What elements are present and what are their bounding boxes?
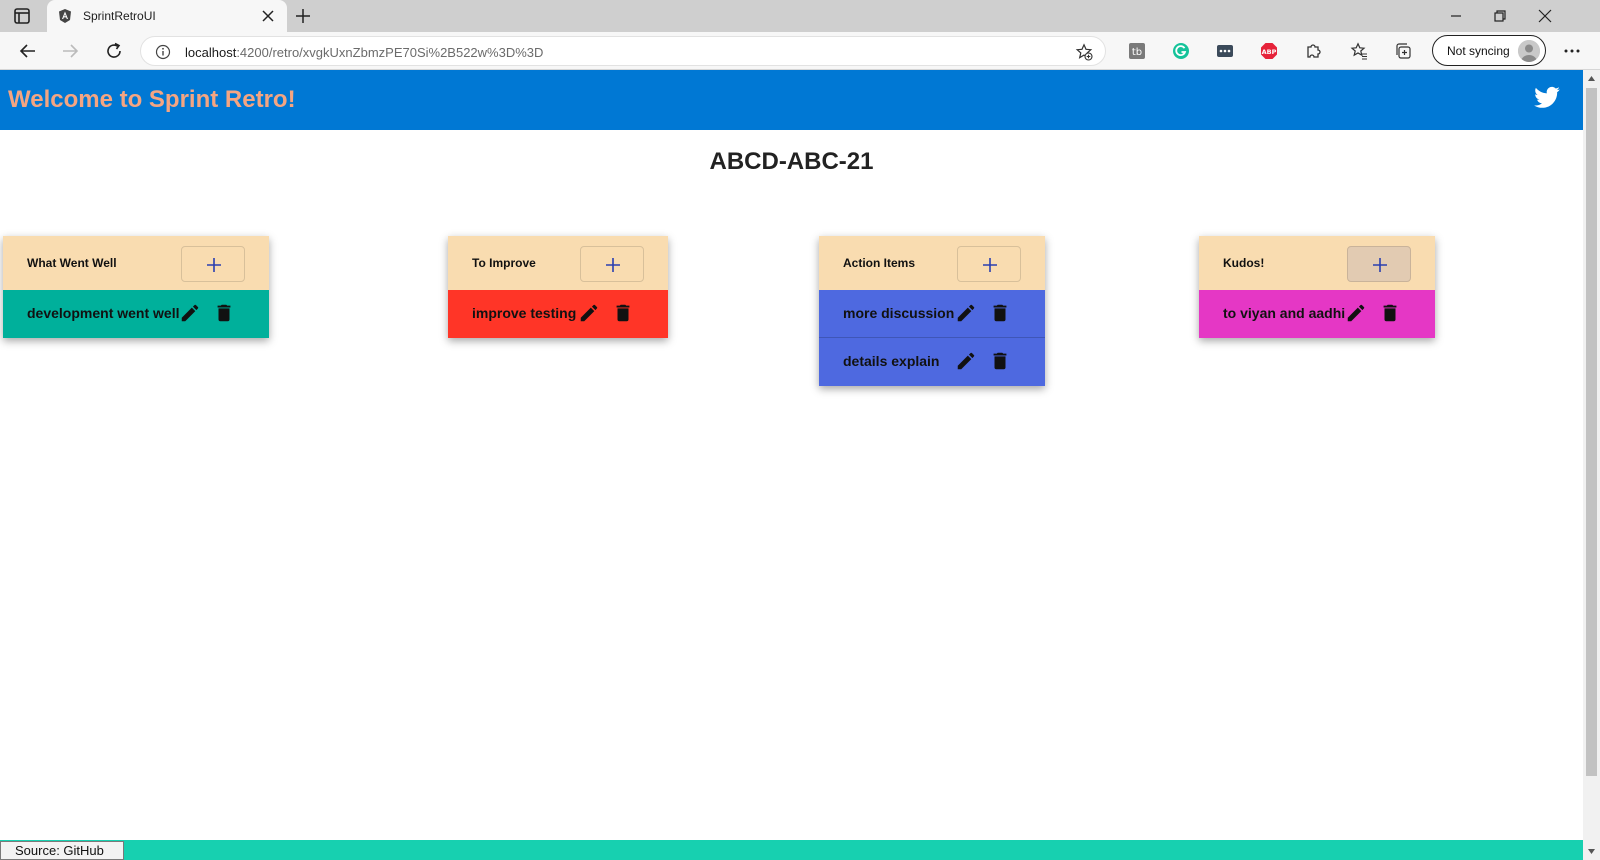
plus-icon	[207, 258, 221, 272]
edit-icon[interactable]	[955, 302, 977, 324]
password-manager-icon[interactable]	[1216, 42, 1234, 60]
refresh-icon[interactable]	[104, 41, 124, 61]
retro-card: development went well	[3, 290, 269, 338]
page-viewport: Welcome to Sprint Retro! ABCD-ABC-21 Wha…	[0, 70, 1583, 840]
minimize-icon[interactable]	[1446, 6, 1466, 26]
column-title: Action Items	[843, 256, 916, 270]
source-label: Source: GitHub	[0, 841, 124, 860]
column-title: Kudos!	[1223, 256, 1265, 270]
scrollbar-thumb[interactable]	[1586, 88, 1597, 776]
app-title: Welcome to Sprint Retro!	[8, 86, 296, 113]
column-header: What Went Well	[3, 236, 269, 290]
grammarly-icon[interactable]	[1172, 42, 1190, 60]
tab-title: SprintRetroUI	[83, 9, 156, 23]
edit-icon[interactable]	[1345, 302, 1367, 324]
profile-avatar-icon	[1518, 40, 1540, 62]
column-title: To Improve	[472, 256, 536, 270]
retro-column: To Improve improve testing	[448, 236, 668, 338]
retro-card: to viyan and aadhi	[1199, 290, 1435, 338]
tab-actions-icon[interactable]	[12, 6, 32, 26]
add-item-button[interactable]	[957, 246, 1021, 282]
scroll-down-arrow-icon[interactable]	[1587, 847, 1596, 856]
plus-icon	[606, 258, 620, 272]
page-scrollbar[interactable]	[1583, 70, 1600, 860]
footer-bar: Source: GitHub	[0, 840, 1583, 860]
column-header: To Improve	[448, 236, 668, 290]
forward-icon[interactable]	[60, 41, 80, 61]
browser-tab-bar: SprintRetroUI	[0, 0, 1600, 32]
adblock-icon[interactable]: ABP	[1260, 42, 1278, 60]
plus-icon	[983, 258, 997, 272]
retro-card: more discussion	[819, 290, 1045, 338]
profile-sync-button[interactable]: Not syncing	[1432, 35, 1546, 66]
scroll-up-arrow-icon[interactable]	[1587, 74, 1596, 83]
svg-text:tb: tb	[1132, 47, 1142, 58]
retro-card: improve testing	[448, 290, 668, 338]
svg-text:ABP: ABP	[1262, 48, 1277, 56]
retro-card: details explain	[819, 338, 1045, 386]
card-text: improve testing	[472, 305, 577, 321]
card-text: development went well	[27, 305, 180, 321]
retro-id-heading: ABCD-ABC-21	[709, 148, 874, 175]
browser-tab[interactable]: SprintRetroUI	[47, 0, 287, 32]
more-options-icon[interactable]	[1562, 41, 1582, 61]
delete-icon[interactable]	[612, 302, 634, 324]
add-item-button[interactable]	[1347, 246, 1411, 282]
delete-icon[interactable]	[989, 350, 1011, 372]
favorites-icon[interactable]	[1350, 42, 1368, 60]
edit-icon[interactable]	[955, 350, 977, 372]
close-tab-icon[interactable]	[261, 9, 275, 23]
url-text: localhost:4200/retro/xvgkUxnZbmzPE70Si%2…	[185, 45, 543, 60]
card-text: more discussion	[843, 305, 955, 321]
edit-icon[interactable]	[578, 302, 600, 324]
restore-icon[interactable]	[1490, 6, 1510, 26]
delete-icon[interactable]	[1379, 302, 1401, 324]
card-text: details explain	[843, 353, 940, 369]
extension-grid-icon[interactable]: tb	[1128, 42, 1146, 60]
add-item-button[interactable]	[181, 246, 245, 282]
extensions-puzzle-icon[interactable]	[1304, 42, 1322, 60]
delete-icon[interactable]	[213, 302, 235, 324]
column-header: Kudos!	[1199, 236, 1435, 290]
add-item-button[interactable]	[580, 246, 644, 282]
back-icon[interactable]	[18, 41, 38, 61]
close-window-icon[interactable]	[1535, 6, 1555, 26]
angular-favicon-icon	[59, 9, 71, 23]
twitter-icon[interactable]	[1533, 84, 1561, 112]
address-bar[interactable]: localhost:4200/retro/xvgkUxnZbmzPE70Si%2…	[140, 36, 1106, 66]
retro-column: Action Items more discussion details expla…	[819, 236, 1045, 386]
site-info-icon[interactable]	[155, 44, 171, 60]
column-title: What Went Well	[27, 256, 117, 270]
retro-column: What Went Well development went well	[3, 236, 269, 338]
sync-status-label: Not syncing	[1447, 44, 1510, 58]
card-text: to viyan and aadhi	[1223, 305, 1346, 321]
edit-icon[interactable]	[179, 302, 201, 324]
collections-icon[interactable]	[1394, 42, 1412, 60]
app-header: Welcome to Sprint Retro!	[0, 70, 1583, 130]
new-tab-icon[interactable]	[294, 7, 312, 25]
url-path: :4200/retro/xvgkUxnZbmzPE70Si%2B522w%3D%…	[236, 45, 544, 60]
delete-icon[interactable]	[989, 302, 1011, 324]
retro-column: Kudos! to viyan and aadhi	[1199, 236, 1435, 338]
add-favorite-icon[interactable]	[1075, 43, 1093, 61]
column-header: Action Items	[819, 236, 1045, 290]
browser-toolbar: localhost:4200/retro/xvgkUxnZbmzPE70Si%2…	[0, 32, 1600, 70]
plus-icon	[1373, 258, 1387, 272]
url-host: localhost	[185, 45, 237, 60]
